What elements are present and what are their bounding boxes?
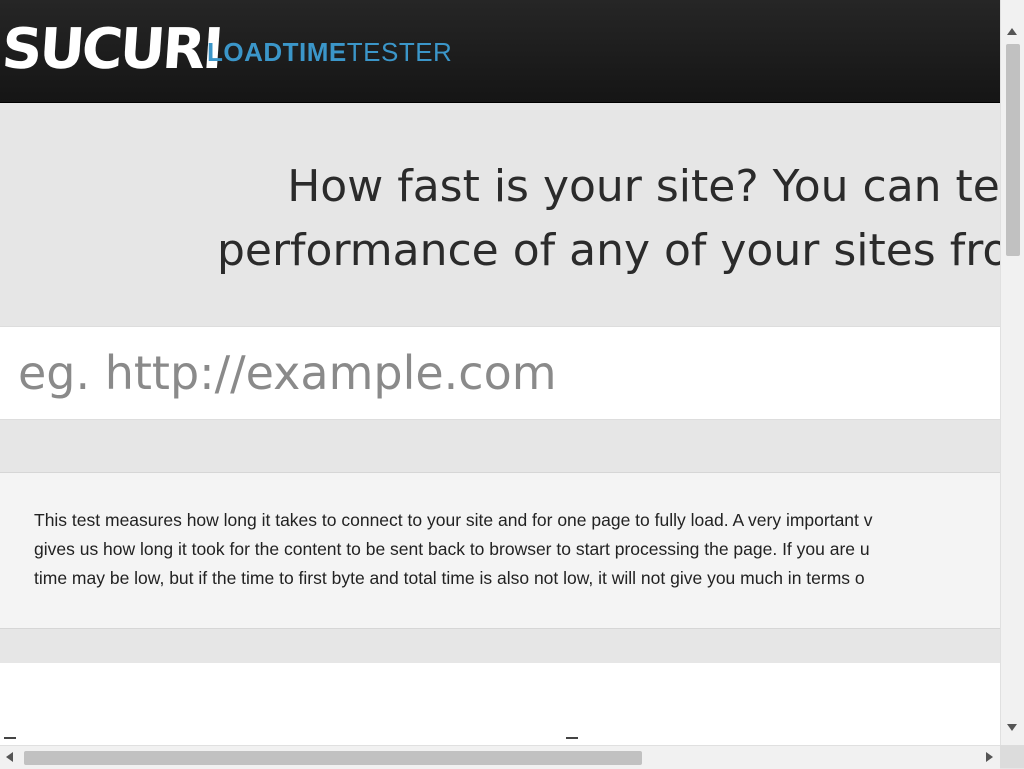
info-text-line: time may be low, but if the time to firs… — [34, 568, 865, 588]
logo-sub-light: TESTER — [346, 37, 453, 67]
site-header: SUCURI LOADTIMETESTER — [0, 0, 1000, 103]
url-input-container — [0, 326, 1000, 420]
scrollbar-thumb-vertical[interactable] — [1006, 44, 1020, 256]
partial-content-glyph — [4, 737, 16, 745]
scroll-left-arrow-icon[interactable] — [6, 752, 13, 762]
scrollbar-corner — [1000, 745, 1024, 768]
scroll-right-arrow-icon[interactable] — [986, 752, 993, 762]
scrollbar-thumb-horizontal[interactable] — [24, 751, 642, 765]
scroll-down-arrow-icon[interactable] — [1007, 724, 1017, 731]
scroll-up-arrow-icon[interactable] — [1007, 28, 1017, 35]
info-text-line: gives us how long it took for the conten… — [34, 539, 870, 559]
partial-content-glyph — [566, 737, 578, 745]
headline-line-1: How fast is your site? You can tes — [287, 161, 1000, 212]
headline-line-2: performance of any of your sites from a — [216, 225, 1000, 276]
info-text-line: This test measures how long it takes to … — [34, 510, 873, 530]
results-area — [0, 663, 1000, 745]
info-panel: This test measures how long it takes to … — [0, 472, 1000, 629]
hero-headline: How fast is your site? You can tes perfo… — [0, 155, 1000, 283]
scrollbar-vertical[interactable] — [1000, 0, 1024, 745]
url-input[interactable] — [0, 327, 998, 419]
loadtime-tester-logo[interactable]: LOADTIMETESTER — [207, 36, 452, 68]
logo-sub-bold: LOADTIME — [207, 37, 347, 67]
page-viewport: SUCURI LOADTIMETESTER How fast is your s… — [0, 0, 1000, 745]
sucuri-logo[interactable]: SUCURI — [0, 17, 223, 82]
scrollbar-horizontal[interactable] — [0, 745, 1000, 769]
